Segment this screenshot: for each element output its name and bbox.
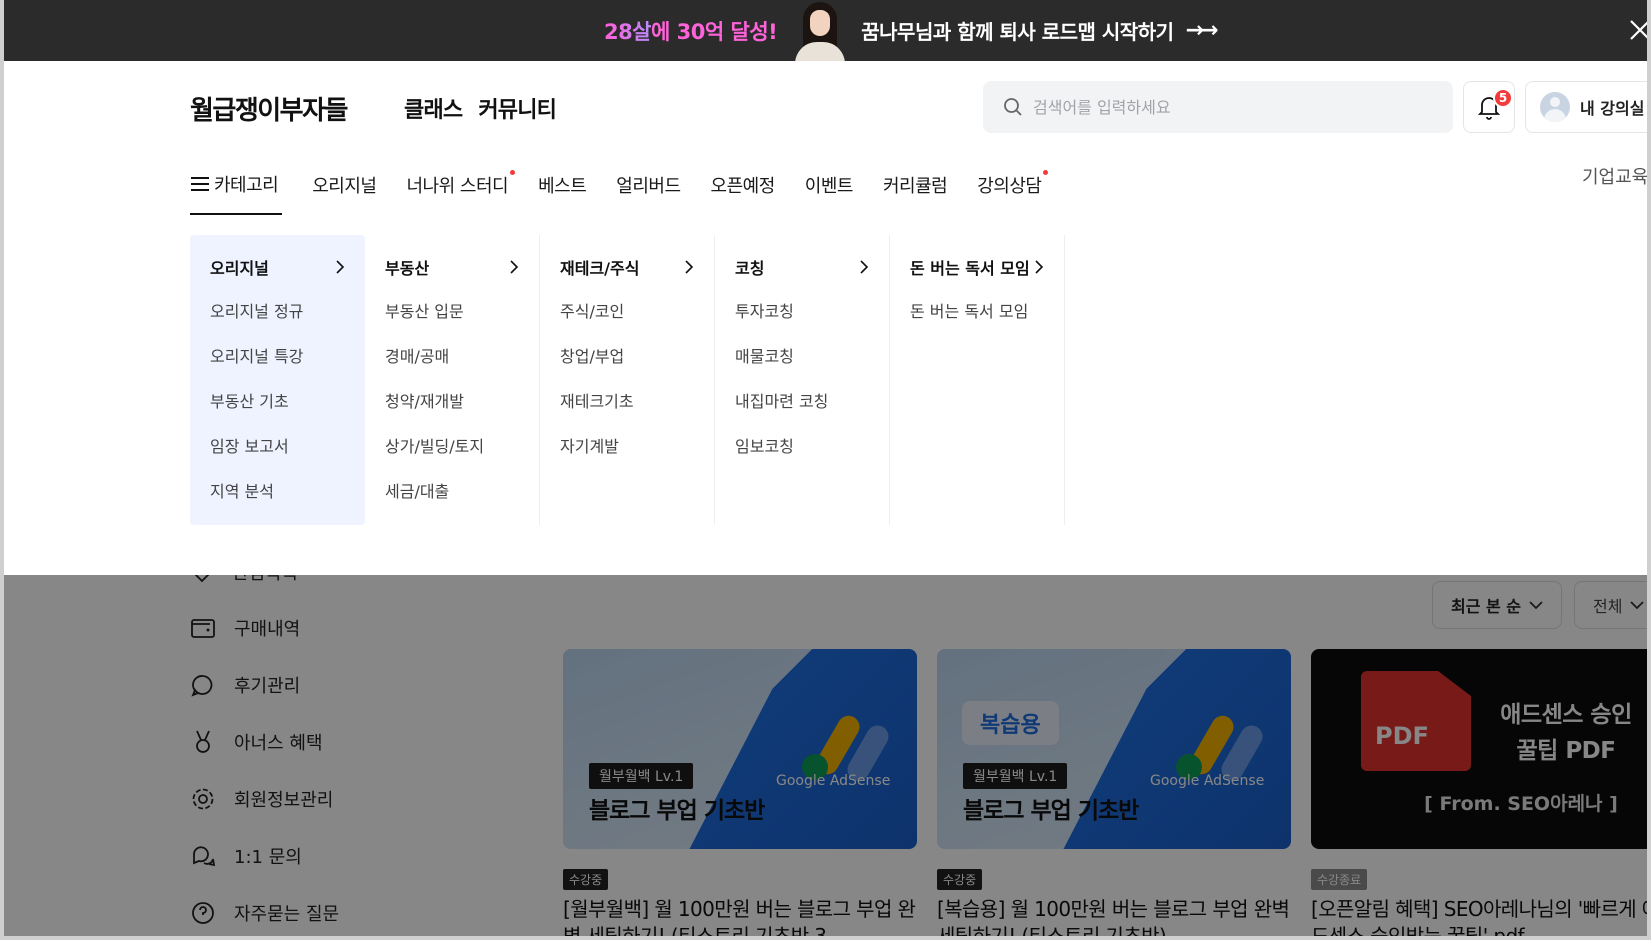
tab-original[interactable]: 오리지널 (312, 172, 377, 198)
menu-item[interactable]: 상가/빌딩/토지 (385, 435, 539, 459)
menu-item[interactable]: 내집마련 코칭 (735, 390, 889, 414)
tab-study[interactable]: 너나위 스터디 (407, 170, 515, 198)
search-icon (1004, 98, 1022, 116)
top-nav: 클래스 커뮤니티 (404, 92, 557, 124)
tab-best[interactable]: 베스트 (538, 172, 587, 198)
tab-category-label: 카테고리 (214, 175, 279, 196)
tab-curriculum[interactable]: 커리큘럼 (883, 172, 948, 198)
search-bar[interactable] (983, 81, 1453, 133)
menu-column-original: 오리지널 오리지널 정규 오리지널 특강 부동산 기초 임장 보고서 지역 분석 (190, 235, 365, 525)
tab-coming-soon[interactable]: 오픈예정 (711, 172, 776, 198)
promo-banner[interactable]: 28살에 30억 달성! 꿈나무님과 함께 퇴사 로드맵 시작하기 →→ (0, 0, 1651, 61)
notification-button[interactable]: 5 (1463, 81, 1515, 133)
menu-column-finance: 재테크/주식 주식/코인 창업/부업 재테크기초 자기계발 (540, 235, 715, 525)
tab-early-bird[interactable]: 얼리버드 (616, 172, 681, 198)
menu-item[interactable]: 임장 보고서 (210, 435, 365, 459)
chevron-right-icon (685, 260, 694, 274)
menu-item[interactable]: 주식/코인 (560, 300, 714, 324)
promo-person-image (789, 0, 851, 61)
menu-item[interactable]: 부동산 입문 (385, 300, 539, 324)
menu-column-coaching: 코칭 투자코칭 매물코칭 내집마련 코칭 임보코칭 (715, 235, 890, 525)
category-nav: 카테고리 오리지널 너나위 스터디 베스트 얼리버드 오픈예정 이벤트 커리큘럼… (190, 155, 1071, 215)
menu-item[interactable]: 임보코칭 (735, 435, 889, 459)
mega-menu: 오리지널 오리지널 정규 오리지널 특강 부동산 기초 임장 보고서 지역 분석… (190, 235, 1065, 525)
avatar (1540, 92, 1570, 122)
menu-item[interactable]: 창업/부업 (560, 345, 714, 369)
menu-item[interactable]: 오리지널 특강 (210, 345, 365, 369)
menu-item[interactable]: 부동산 기초 (210, 390, 365, 414)
menu-item[interactable]: 돈 버는 독서 모임 (910, 300, 1064, 324)
menu-column-title[interactable]: 재테크/주식 (560, 255, 714, 279)
promo-highlight: 28살에 30억 달성! (604, 19, 778, 44)
my-lecture-button[interactable]: 내 강의실 (1525, 81, 1651, 133)
notification-count-badge: 5 (1493, 88, 1513, 108)
close-icon[interactable] (1628, 18, 1651, 42)
tab-event[interactable]: 이벤트 (805, 172, 854, 198)
menu-item[interactable]: 지역 분석 (210, 480, 365, 504)
menu-column-title[interactable]: 코칭 (735, 255, 889, 279)
menu-item[interactable]: 자기계발 (560, 435, 714, 459)
menu-item[interactable]: 경매/공매 (385, 345, 539, 369)
menu-item[interactable]: 매물코칭 (735, 345, 889, 369)
nav-class[interactable]: 클래스 (404, 92, 463, 124)
tab-enterprise[interactable]: 기업교육 (1582, 163, 1648, 189)
logo[interactable]: 월급쟁이부자들 (190, 90, 348, 127)
menu-column-title[interactable]: 돈 버는 독서 모임 (910, 255, 1064, 279)
tab-consulting[interactable]: 강의상담 (977, 170, 1049, 198)
chevron-right-icon (336, 260, 345, 274)
nav-community[interactable]: 커뮤니티 (478, 92, 557, 124)
promo-text: 꿈나무님과 함께 퇴사 로드맵 시작하기 (861, 20, 1174, 44)
chevron-right-icon (510, 260, 519, 274)
modal-backdrop[interactable] (0, 575, 1651, 940)
menu-column-reading: 돈 버는 독서 모임 돈 버는 독서 모임 (890, 235, 1065, 525)
menu-item[interactable]: 청약/재개발 (385, 390, 539, 414)
menu-column-real-estate: 부동산 부동산 입문 경매/공매 청약/재개발 상가/빌딩/토지 세금/대출 (365, 235, 540, 525)
menu-item[interactable]: 세금/대출 (385, 480, 539, 504)
menu-column-title[interactable]: 오리지널 (210, 255, 365, 279)
my-lecture-label: 내 강의실 (1580, 99, 1645, 118)
promo-arrow-icon: →→ (1185, 18, 1219, 43)
hamburger-menu-icon (191, 177, 209, 191)
menu-item[interactable]: 오리지널 정규 (210, 300, 365, 324)
search-input[interactable] (1033, 97, 1433, 117)
tab-category[interactable]: 카테고리 (190, 155, 283, 215)
chevron-right-icon (860, 260, 869, 274)
menu-item[interactable]: 재테크기초 (560, 390, 714, 414)
chevron-right-icon (1035, 260, 1044, 274)
menu-item[interactable]: 투자코칭 (735, 300, 889, 324)
header: 월급쟁이부자들 클래스 커뮤니티 5 내 강의실 카테고리 오리지널 너나위 스… (0, 61, 1651, 575)
menu-column-title[interactable]: 부동산 (385, 255, 539, 279)
